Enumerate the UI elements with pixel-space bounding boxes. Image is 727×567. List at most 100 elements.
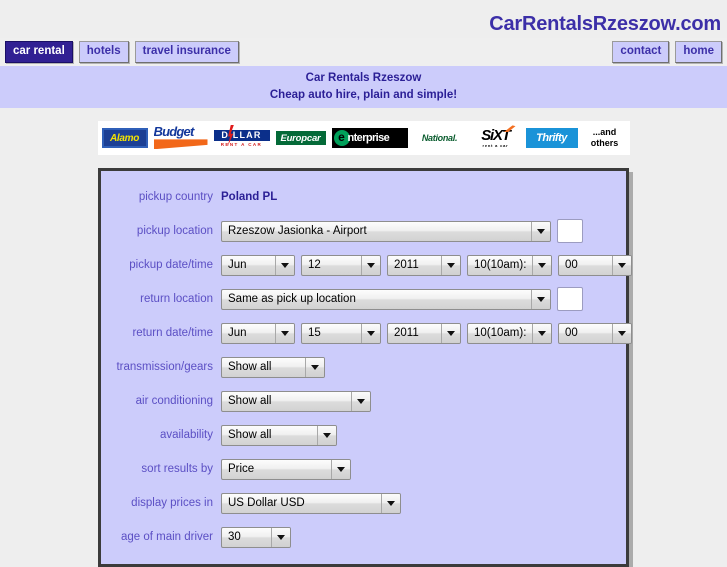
field-row-transmission: transmission/gears Show all (101, 350, 626, 384)
chevron-down-icon (531, 221, 550, 241)
budget-logo-text: Budget (153, 125, 195, 140)
select-availability[interactable]: Show all (221, 424, 337, 446)
chevron-down-icon (441, 323, 460, 343)
select-pickup-day-value: 12 (308, 259, 321, 272)
national-logo-text: National. (421, 133, 458, 144)
value-pickup-country: Poland PL (221, 191, 278, 204)
select-transmission[interactable]: Show all (221, 356, 325, 378)
field-row-air-conditioning: air conditioning Show all (101, 384, 626, 418)
field-row-age-of-main-driver: age of main driver 30 (101, 520, 626, 554)
field-row-return-datetime: return date/time Jun 15 2011 10(10am): 0… (101, 316, 632, 350)
sixt-logo: SiXT rent a car (471, 125, 520, 152)
chevron-down-icon (305, 357, 324, 377)
select-sort-results-by-value: Price (228, 463, 255, 476)
field-row-pickup-location: pickup location Rzeszow Jasionka - Airpo… (101, 214, 626, 248)
chevron-down-icon (275, 255, 294, 275)
booking-panel-wrapper: pickup country Poland PL pickup location… (0, 155, 727, 567)
controls-display-prices-in: US Dollar USD (221, 492, 401, 514)
and-others-label: ...and others (583, 125, 626, 152)
nav-item-contact[interactable]: contact (612, 41, 670, 63)
chevron-down-icon (531, 289, 550, 309)
select-sort-results-by[interactable]: Price (221, 458, 351, 480)
and-others-line-2: others (590, 138, 619, 149)
chevron-down-icon (532, 323, 551, 343)
select-return-year[interactable]: 2011 (387, 322, 461, 344)
select-pickup-location[interactable]: Rzeszow Jasionka - Airport (221, 220, 551, 242)
sixt-logo-text: SiXT (481, 127, 511, 145)
select-display-prices-in-value: US Dollar USD (228, 497, 305, 510)
chevron-down-icon (381, 493, 400, 513)
dollar-logo-text: D LLAR (213, 129, 270, 141)
field-row-pickup-datetime: pickup date/time Jun 12 2011 10(10am): 0… (101, 248, 632, 282)
field-row-pickup-country: pickup country Poland PL (101, 180, 626, 214)
alamo-logo-text: Alamo (109, 132, 140, 144)
enterprise-logo: e nterprise (331, 128, 408, 149)
select-display-prices-in[interactable]: US Dollar USD (221, 492, 401, 514)
nav-item-hotels[interactable]: hotels (78, 41, 129, 63)
select-pickup-hour-value: 10(10am): (474, 259, 527, 272)
label-transmission: transmission/gears (116, 361, 213, 374)
controls-pickup-country: Poland PL (221, 191, 277, 203)
brand-logos-section: Alamo Budget D LLAR RENT A CAR Europcar … (0, 108, 727, 156)
select-return-hour[interactable]: 10(10am): (467, 322, 552, 344)
select-pickup-year-value: 2011 (394, 259, 419, 272)
national-logo: National. (413, 125, 466, 152)
select-return-month-value: Jun (228, 327, 247, 340)
site-title: CarRentalsRzeszow.com (489, 13, 721, 35)
alamo-logo: Alamo (101, 128, 148, 149)
select-pickup-month-value: Jun (228, 259, 247, 272)
thrifty-logo: Thrifty (525, 128, 578, 149)
label-return-datetime: return date/time (132, 327, 213, 340)
chevron-down-icon (532, 255, 551, 275)
select-availability-value: Show all (228, 429, 272, 442)
controls-pickup-datetime: Jun 12 2011 10(10am): 00 (221, 254, 632, 276)
nav-item-car-rental[interactable]: car rental (5, 41, 73, 63)
main-navigation: car rental hotels travel insurance conta… (0, 38, 727, 66)
sixt-logo-subtext: rent a car (482, 143, 509, 149)
chevron-down-icon (612, 255, 631, 275)
chevron-down-icon (271, 527, 290, 547)
select-pickup-location-value: Rzeszow Jasionka - Airport (228, 225, 367, 238)
tagline-line-1: Car Rentals Rzeszow (305, 72, 422, 84)
controls-pickup-location: Rzeszow Jasionka - Airport (221, 219, 583, 244)
label-pickup-datetime: pickup date/time (129, 259, 213, 272)
return-location-calendar-box[interactable] (557, 287, 583, 312)
label-return-location: return location (140, 293, 213, 306)
controls-return-datetime: Jun 15 2011 10(10am): 00 (221, 322, 632, 344)
select-air-conditioning-value: Show all (228, 395, 272, 408)
dollar-logo-subtext: RENT A CAR (220, 141, 263, 147)
label-air-conditioning: air conditioning (135, 395, 213, 408)
nav-item-home[interactable]: home (675, 41, 722, 63)
select-pickup-day[interactable]: 12 (301, 254, 381, 276)
select-return-location[interactable]: Same as pick up location (221, 288, 551, 310)
site-header: CarRentalsRzeszow.com (0, 0, 727, 38)
label-display-prices-in: display prices in (131, 497, 213, 510)
nav-item-travel-insurance[interactable]: travel insurance (134, 41, 239, 63)
controls-air-conditioning: Show all (221, 390, 371, 412)
select-return-day-value: 15 (308, 327, 321, 340)
select-return-minute-value: 00 (565, 327, 578, 340)
chevron-down-icon (317, 425, 336, 445)
chevron-down-icon (361, 323, 380, 343)
select-pickup-year[interactable]: 2011 (387, 254, 461, 276)
select-pickup-minute-value: 00 (565, 259, 578, 272)
chevron-down-icon (331, 459, 350, 479)
label-pickup-country: pickup country (138, 191, 213, 204)
label-age-of-main-driver: age of main driver (120, 531, 213, 544)
select-pickup-hour[interactable]: 10(10am): (467, 254, 552, 276)
pickup-location-calendar-box[interactable] (557, 219, 583, 244)
select-air-conditioning[interactable]: Show all (221, 390, 371, 412)
and-others-line-1: ...and (592, 127, 617, 138)
select-return-location-value: Same as pick up location (228, 293, 356, 306)
select-pickup-month[interactable]: Jun (221, 254, 295, 276)
budget-logo-swoosh (153, 139, 208, 150)
select-pickup-minute[interactable]: 00 (558, 254, 632, 276)
thrifty-logo-text: Thrifty (536, 132, 567, 145)
select-return-month[interactable]: Jun (221, 322, 295, 344)
select-return-year-value: 2011 (394, 327, 419, 340)
label-availability: availability (159, 429, 213, 442)
select-return-day[interactable]: 15 (301, 322, 381, 344)
select-return-minute[interactable]: 00 (558, 322, 632, 344)
field-row-sort-results-by: sort results by Price (101, 452, 626, 486)
chevron-down-icon (612, 323, 631, 343)
